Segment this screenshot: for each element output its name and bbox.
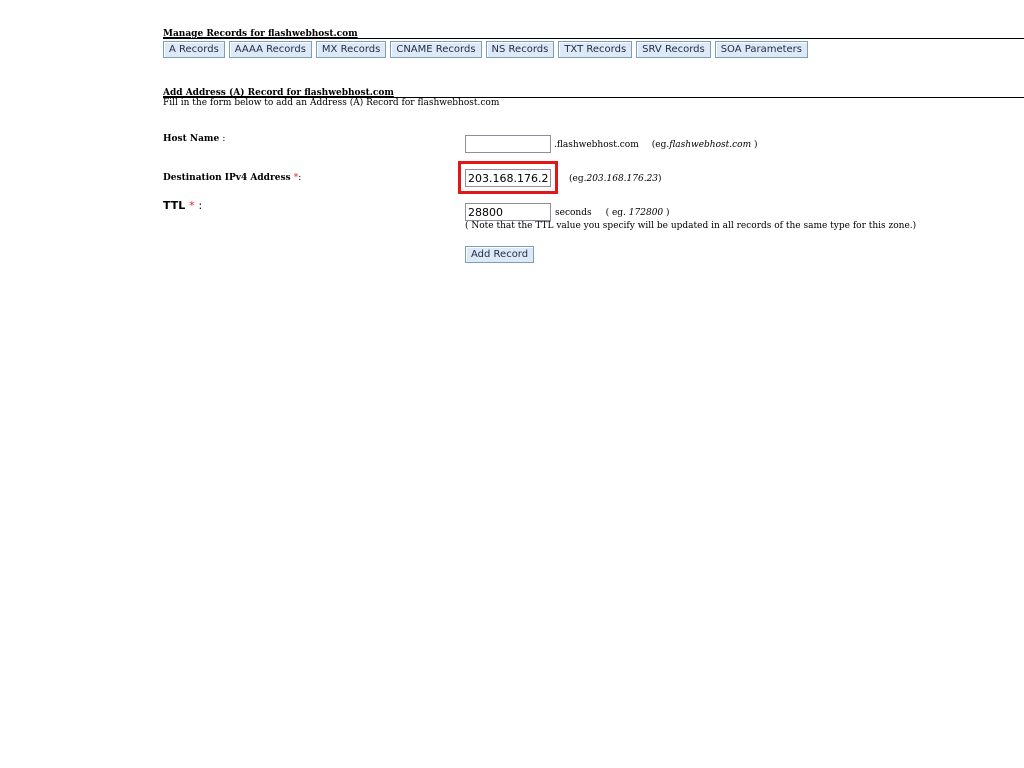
add-record-subtitle: Fill in the form below to add an Address… (163, 98, 500, 108)
destination-ipv4-input[interactable] (465, 169, 551, 187)
ttl-label: TTL * : (163, 199, 202, 212)
host-name-example: flashwebhost.com (669, 140, 752, 150)
destination-example-prefix: (eg. (569, 174, 587, 184)
ttl-label-text: TTL (163, 199, 186, 212)
ttl-note: ( Note that the TTL value you specify wi… (465, 221, 917, 231)
tab-txt-records[interactable]: TXT Records (558, 41, 633, 58)
ttl-unit: seconds (555, 208, 592, 218)
tab-srv-records[interactable]: SRV Records (636, 41, 711, 58)
host-name-example-suffix: ) (753, 140, 758, 150)
ttl-colon: : (198, 199, 203, 212)
ttl-required-mark: * (189, 199, 195, 212)
add-record-button[interactable]: Add Record (465, 246, 535, 263)
tab-soa-parameters[interactable]: SOA Parameters (714, 41, 809, 58)
host-name-label: Host Name : (163, 134, 225, 144)
tab-a-records[interactable]: A Records (163, 41, 225, 58)
ttl-example-suffix: ) (666, 208, 670, 218)
record-type-tabs: A Records AAAA Records MX Records CNAME … (163, 41, 812, 58)
dns-manager-page: Manage Records for flashwebhost.com A Re… (0, 0, 1024, 768)
destination-example-suffix: ) (658, 174, 662, 184)
destination-colon: : (298, 173, 302, 183)
destination-example: 203.168.176.23 (586, 174, 659, 184)
ttl-hint: seconds ( eg. 172800 ) (555, 208, 670, 218)
host-name-input[interactable] (465, 135, 551, 153)
tab-mx-records[interactable]: MX Records (315, 41, 387, 58)
host-name-label-text: Host Name (163, 134, 220, 144)
host-name-colon: : (222, 134, 226, 144)
tab-cname-records[interactable]: CNAME Records (390, 41, 482, 58)
tab-aaaa-records[interactable]: AAAA Records (228, 41, 312, 58)
tab-ns-records[interactable]: NS Records (485, 41, 555, 58)
host-name-hint: .flashwebhost.com (eg.flashwebhost.com ) (554, 140, 758, 150)
destination-label: Destination IPv4 Address *: (163, 173, 301, 183)
destination-hint: (eg.203.168.176.23) (569, 174, 662, 184)
host-name-example-prefix: (eg. (651, 140, 670, 150)
host-name-suffix: .flashwebhost.com (554, 140, 639, 150)
destination-label-text: Destination IPv4 Address (163, 173, 291, 183)
ttl-example-prefix: ( eg. (605, 208, 626, 218)
ttl-input[interactable] (465, 203, 551, 221)
manage-records-divider (163, 38, 1024, 39)
ttl-example: 172800 (628, 208, 664, 218)
